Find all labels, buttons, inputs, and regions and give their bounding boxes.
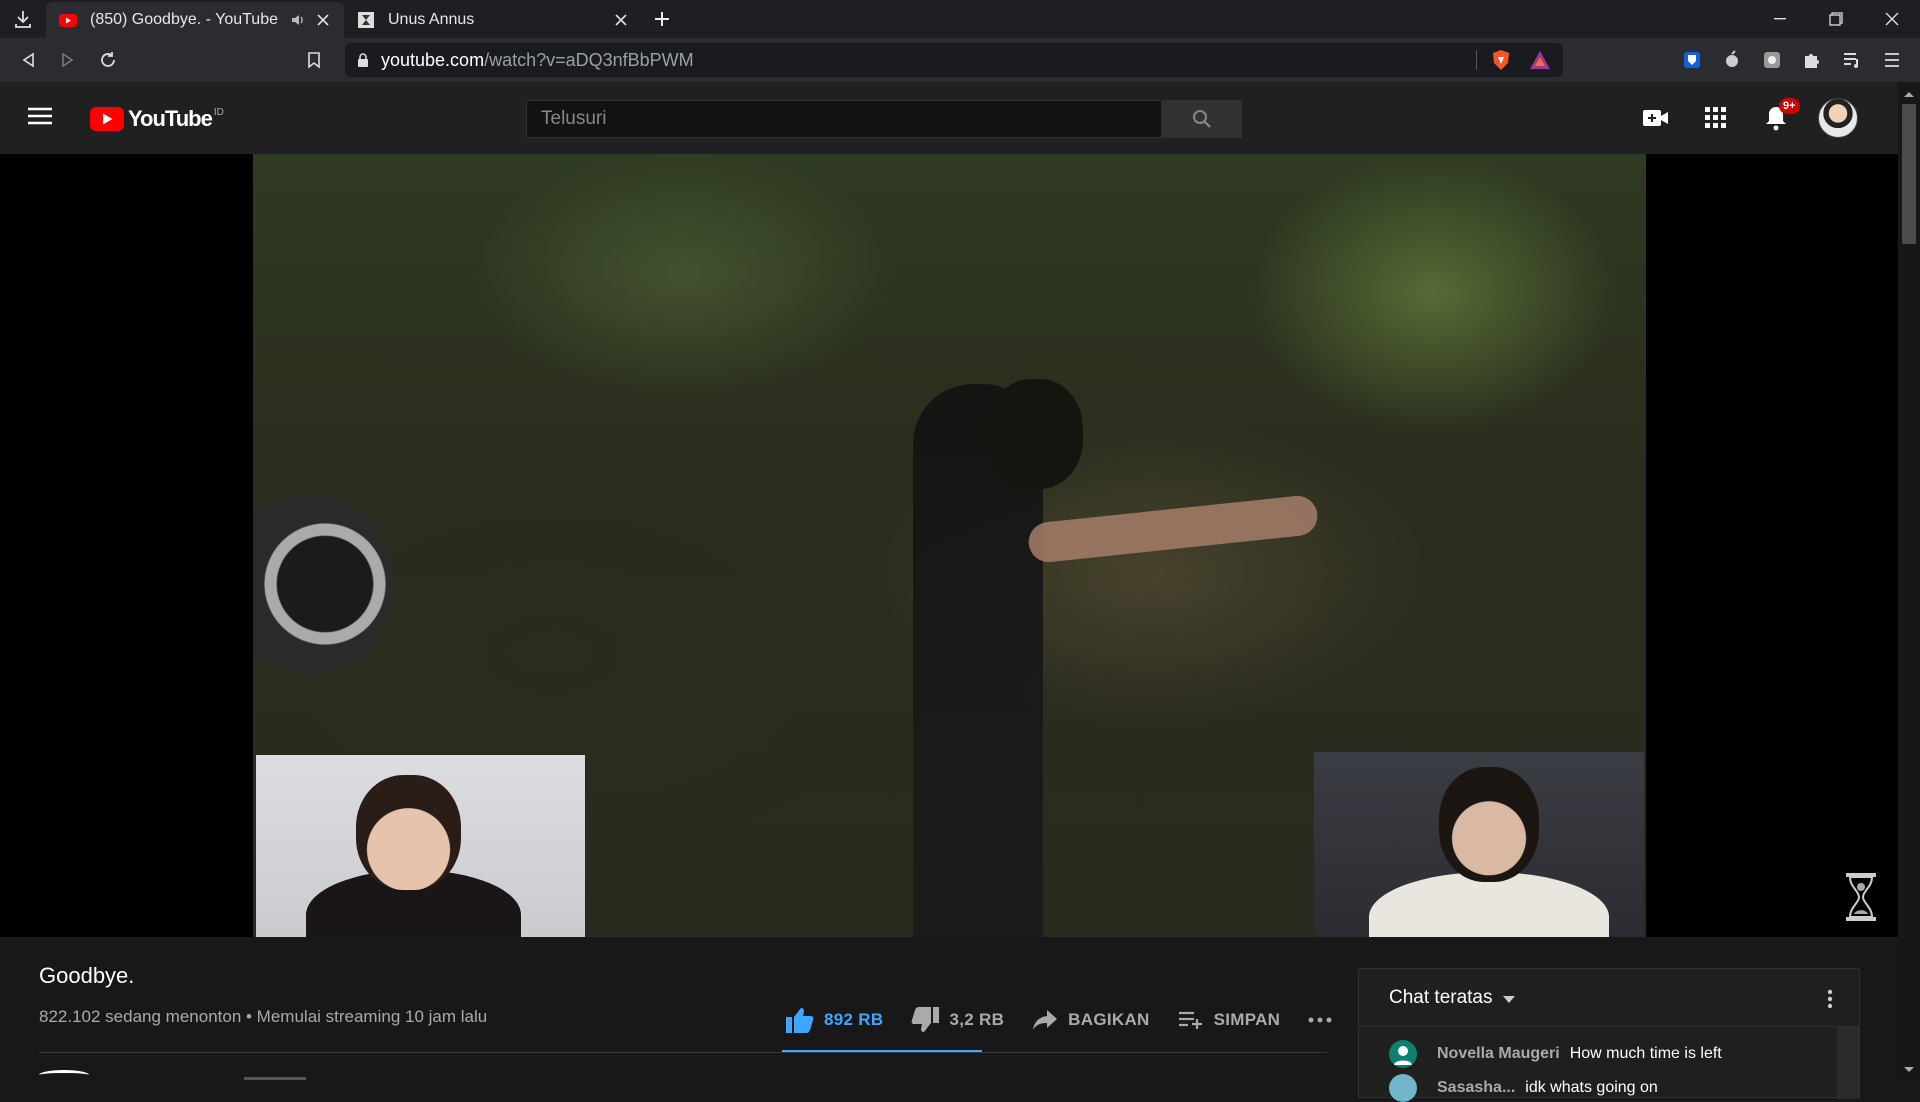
- person-right-head: [1439, 767, 1539, 882]
- close-window-icon[interactable]: [1864, 0, 1920, 38]
- speaker-icon[interactable]: [290, 13, 306, 27]
- youtube-logo[interactable]: YouTube ID: [90, 106, 224, 132]
- tab-youtube[interactable]: (850) Goodbye. - YouTube: [46, 2, 344, 38]
- reload-icon[interactable]: [88, 40, 128, 80]
- video-meta: 822.102 sedang menonton • Memulai stream…: [39, 1007, 488, 1026]
- chat-mode-label: Chat teratas: [1389, 986, 1493, 1008]
- page-scrollbar[interactable]: [1898, 82, 1920, 1080]
- close-tab-icon[interactable]: [612, 11, 630, 29]
- close-tab-icon[interactable]: [314, 11, 332, 29]
- bitwarden-icon[interactable]: [1672, 40, 1712, 80]
- chat-text: idk whats going on: [1525, 1079, 1658, 1096]
- scrollbar-thumb[interactable]: [1902, 104, 1916, 244]
- url-path: /watch?v=aDQ3nfBbPWM: [484, 49, 694, 70]
- chat-message: Sasasha... idk whats going on: [1389, 1074, 1658, 1102]
- chat-more-icon[interactable]: [1827, 989, 1833, 1014]
- chat-author[interactable]: Sasasha...: [1437, 1079, 1515, 1097]
- url-host: youtube.com: [381, 49, 485, 70]
- save-label: SIMPAN: [1213, 1010, 1281, 1029]
- dislike-button[interactable]: 3,2 RB: [911, 1007, 1004, 1033]
- info-divider: [39, 1052, 1327, 1053]
- new-tab-button[interactable]: [642, 0, 682, 38]
- region-code: ID: [213, 106, 224, 118]
- share-button[interactable]: BAGIKAN: [1032, 1009, 1149, 1031]
- address-divider: [1476, 50, 1477, 70]
- notifications-bell-icon[interactable]: 9+: [1746, 98, 1806, 138]
- search-icon: [1192, 110, 1211, 128]
- thumbs-up-icon: [786, 1008, 814, 1033]
- search-input[interactable]: [527, 101, 1161, 137]
- dislike-count: 3,2 RB: [949, 1010, 1005, 1029]
- video-player[interactable]: [0, 154, 1898, 937]
- overlay-cam-left: [256, 755, 585, 937]
- scroll-up-icon[interactable]: [1903, 88, 1915, 100]
- restore-icon[interactable]: [1808, 0, 1864, 38]
- chat-text: How much time is left: [1569, 1045, 1722, 1062]
- guide-menu-icon[interactable]: [28, 106, 52, 131]
- extension-toolbar: [1672, 38, 1912, 82]
- chat-author[interactable]: Novella Maugeri: [1437, 1045, 1560, 1063]
- youtube-play-icon: [90, 107, 124, 131]
- back-icon[interactable]: [8, 40, 48, 80]
- chat-scrollbar[interactable]: [1837, 1027, 1859, 1099]
- browser-tab-strip: (850) Goodbye. - YouTube Unus Annus: [0, 0, 1920, 38]
- window-controls: [1752, 0, 1920, 38]
- address-bar[interactable]: youtube.com/watch?v=aDQ3nfBbPWM: [345, 43, 1563, 77]
- extensions-puzzle-icon[interactable]: [1792, 40, 1832, 80]
- chat-message: Novella Maugeri How much time is left: [1389, 1040, 1722, 1068]
- tab-title: Unus Annus: [388, 11, 475, 28]
- minimize-icon[interactable]: [1752, 0, 1808, 38]
- video-subject-head: [988, 379, 1083, 489]
- tab-title: (850) Goodbye. - YouTube: [90, 11, 278, 28]
- brave-shields-icon[interactable]: [1491, 49, 1511, 76]
- more-actions-icon[interactable]: [1308, 1017, 1342, 1023]
- sentiment-bar: [782, 1050, 982, 1052]
- overlay-cam-right: [1314, 752, 1644, 937]
- unus-annus-favicon-icon: [356, 12, 376, 28]
- forward-icon[interactable]: [48, 40, 88, 80]
- video-title: Goodbye.: [39, 963, 135, 988]
- brave-rewards-icon[interactable]: [1529, 50, 1551, 75]
- person-left-head: [356, 775, 461, 890]
- bookmark-icon[interactable]: [294, 40, 334, 80]
- chat-avatar-icon: [1389, 1074, 1417, 1102]
- video-actions: 892 RB 3,2 RB BAGIKAN SIMPAN: [786, 1000, 1370, 1040]
- save-button[interactable]: SIMPAN: [1178, 1010, 1281, 1030]
- channel-avatar-peek: [39, 1070, 89, 1080]
- tab-unus-annus[interactable]: Unus Annus: [344, 2, 642, 38]
- browser-menu-icon[interactable]: [1872, 40, 1912, 80]
- extension-bird-icon[interactable]: [1712, 40, 1752, 80]
- youtube-favicon-icon: [58, 12, 78, 28]
- like-button[interactable]: 892 RB: [786, 1007, 883, 1033]
- media-queue-icon[interactable]: [1832, 40, 1872, 80]
- downloads-icon[interactable]: [0, 0, 46, 38]
- notifications-badge: 9+: [1779, 98, 1800, 114]
- youtube-header: YouTube ID 9+: [0, 82, 1898, 154]
- video-subject-arm: [1026, 493, 1320, 565]
- like-count: 892 RB: [824, 1010, 884, 1029]
- chat-header[interactable]: Chat teratas: [1359, 969, 1859, 1027]
- hourglass-watermark-icon[interactable]: [1844, 872, 1878, 927]
- create-video-icon[interactable]: [1626, 98, 1686, 138]
- extension-square-icon[interactable]: [1752, 40, 1792, 80]
- chevron-down-icon[interactable]: [1502, 987, 1515, 1009]
- search-box: [526, 100, 1242, 138]
- apps-grid-icon[interactable]: [1686, 98, 1746, 138]
- share-label: BAGIKAN: [1068, 1010, 1150, 1029]
- search-button[interactable]: [1161, 101, 1241, 137]
- lock-icon: [357, 52, 369, 68]
- live-chat: Chat teratas Novella Maugeri How much ti…: [1358, 968, 1860, 1102]
- share-arrow-icon: [1033, 1010, 1058, 1030]
- add-to-playlist-icon: [1178, 1011, 1202, 1029]
- browser-toolbar: youtube.com/watch?v=aDQ3nfBbPWM: [0, 38, 1920, 82]
- scroll-down-icon[interactable]: [1903, 1064, 1915, 1076]
- thumbs-down-icon: [912, 1007, 940, 1032]
- camera-lens: [253, 494, 393, 674]
- account-avatar[interactable]: [1818, 98, 1858, 138]
- header-actions: 9+: [1626, 98, 1858, 138]
- youtube-wordmark: YouTube: [128, 106, 213, 131]
- chat-avatar-icon: [1389, 1040, 1417, 1068]
